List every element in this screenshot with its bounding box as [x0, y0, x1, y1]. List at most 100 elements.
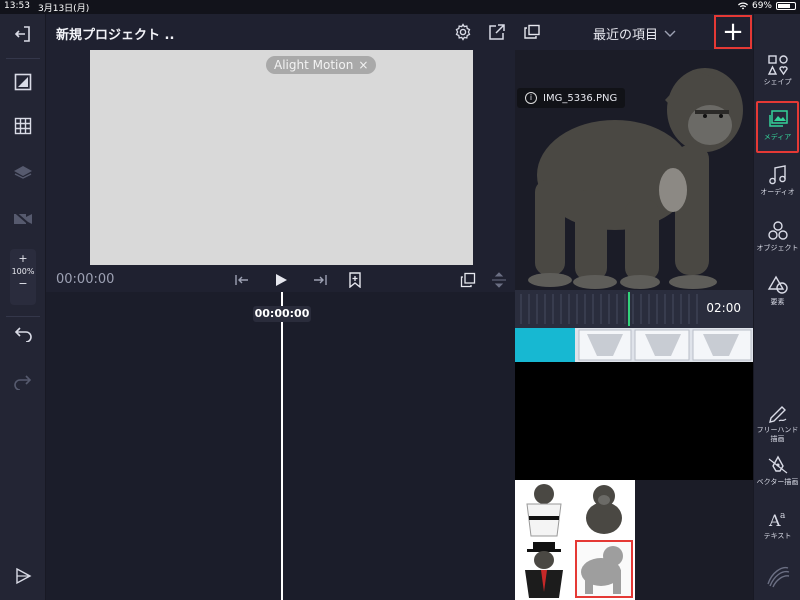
agent-gorilla-thumbnail — [525, 542, 563, 598]
playhead[interactable] — [281, 292, 283, 600]
alight-motion-logo-icon — [766, 566, 789, 588]
divider — [6, 316, 40, 317]
redo-icon — [14, 375, 32, 390]
battery-icon — [776, 2, 796, 10]
media-thumbnail-selected[interactable] — [575, 540, 633, 598]
layers-button[interactable] — [11, 160, 35, 184]
play-preview-button[interactable] — [11, 564, 35, 588]
vector-tool[interactable]: ベクター描画 — [756, 454, 799, 487]
close-icon[interactable]: × — [358, 56, 368, 74]
freehand-pen-icon — [768, 406, 786, 423]
zoom-control: + 100% − — [10, 249, 36, 305]
undo-button[interactable] — [11, 322, 35, 346]
editor-header: 新規プロジェクト .. — [46, 14, 515, 50]
play-icon — [276, 274, 287, 286]
media-preview: i IMG_5336.PNG — [515, 50, 753, 290]
app-logo — [756, 562, 799, 590]
playhead-timecode: 00:00:00 — [253, 306, 311, 322]
shapes-label: シェイプ — [763, 78, 792, 86]
timeline-zoom-button[interactable] — [489, 270, 509, 290]
grid-icon — [14, 117, 32, 135]
objects-tool[interactable]: オブジェクト — [756, 220, 799, 253]
media-scrubber[interactable]: 02:00 — [515, 290, 753, 328]
objects-label: オブジェクト — [756, 244, 799, 252]
freehand-tool[interactable]: フリーハンド描画 — [756, 402, 799, 444]
zoom-in-button[interactable]: + — [10, 249, 36, 265]
text-tool[interactable]: Aa テキスト — [756, 508, 799, 541]
add-media-button[interactable]: + — [714, 15, 752, 49]
audio-label: オーディオ — [760, 188, 795, 196]
timeline[interactable]: 00:00:00 — [46, 292, 515, 600]
project-title[interactable]: 新規プロジェクト .. — [56, 24, 174, 43]
status-bar: 13:53 3月13日(月) 69% — [0, 0, 800, 14]
export-icon — [489, 24, 505, 40]
media-label: メディア — [763, 133, 792, 141]
album-switch-button[interactable] — [523, 24, 541, 44]
wifi-icon — [737, 2, 748, 10]
bookmark-button[interactable] — [345, 270, 365, 290]
camera-button[interactable] — [11, 207, 35, 231]
aspect-ratio-icon — [14, 73, 32, 91]
layers-icon — [14, 166, 32, 179]
transport-bar: 00:00:00 — [46, 268, 515, 292]
freehand-label: フリーハンド描画 — [756, 426, 799, 443]
gorilla-image — [528, 68, 743, 289]
battery-percent: 69% — [751, 1, 772, 11]
svg-text:a: a — [780, 511, 786, 521]
status-right: 69% — [737, 1, 796, 11]
shapes-tool[interactable]: シェイプ — [756, 54, 799, 87]
album-dropdown-label: 最近の項目 — [593, 28, 659, 43]
filmstrip-frames — [578, 329, 752, 361]
media-empty-area — [515, 362, 753, 480]
skip-to-start-icon — [235, 275, 248, 285]
skip-to-end-icon — [314, 275, 327, 285]
text-label: テキスト — [763, 532, 792, 540]
vector-label: ベクター描画 — [756, 478, 799, 486]
album-dropdown[interactable]: 最近の項目 — [593, 24, 676, 43]
media-tool[interactable]: メディア — [756, 101, 799, 153]
zoom-level: 100% — [11, 267, 35, 276]
aspect-button[interactable] — [11, 70, 35, 94]
objects-icon — [767, 221, 788, 240]
text-icon: Aa — [768, 511, 786, 530]
elements-label: 要素 — [770, 298, 785, 306]
export-button[interactable] — [488, 23, 506, 45]
elements-tool[interactable]: 要素 — [756, 274, 799, 307]
audio-tool[interactable]: オーディオ — [756, 164, 799, 197]
media-thumbnail-grid — [515, 480, 635, 600]
music-icon — [768, 165, 786, 185]
exit-icon — [14, 26, 30, 42]
gorilla-thumbnail — [586, 485, 622, 534]
current-timecode: 00:00:00 — [56, 272, 115, 287]
media-header: 最近の項目 + — [515, 14, 753, 50]
info-icon[interactable]: i — [525, 92, 537, 104]
elements-icon — [767, 275, 788, 294]
gray-gorilla-thumbnail — [581, 546, 623, 594]
settings-button[interactable] — [454, 23, 472, 45]
media-duration: 02:00 — [706, 301, 741, 315]
bookmark-add-icon — [349, 272, 361, 288]
jump-end-button[interactable] — [310, 270, 330, 290]
copy-icon — [524, 24, 540, 39]
jump-start-button[interactable] — [232, 270, 252, 290]
divider — [6, 58, 40, 59]
shapes-icon — [767, 55, 788, 76]
preview-canvas[interactable]: Alight Motion × — [90, 50, 473, 265]
grid-button[interactable] — [11, 114, 35, 138]
media-thumbnail[interactable] — [575, 480, 633, 538]
media-icon — [768, 110, 788, 127]
media-browser: 最近の項目 + i IMG_5336.PNG 02:00 — [515, 14, 753, 600]
left-toolbar: + 100% − — [0, 14, 46, 600]
scrubber-handle[interactable] — [628, 292, 630, 326]
karate-gorilla-thumbnail — [526, 484, 562, 537]
exit-button[interactable] — [11, 22, 35, 46]
zoom-out-button[interactable]: − — [10, 277, 36, 290]
media-thumbnail[interactable] — [515, 480, 573, 538]
duplicate-button[interactable] — [458, 270, 478, 290]
status-time: 13:53 — [4, 1, 30, 11]
redo-button[interactable] — [11, 370, 35, 394]
media-thumbnail[interactable] — [515, 540, 573, 598]
watermark-badge[interactable]: Alight Motion × — [266, 56, 377, 74]
duplicate-icon — [460, 272, 476, 288]
play-button[interactable] — [271, 270, 291, 290]
